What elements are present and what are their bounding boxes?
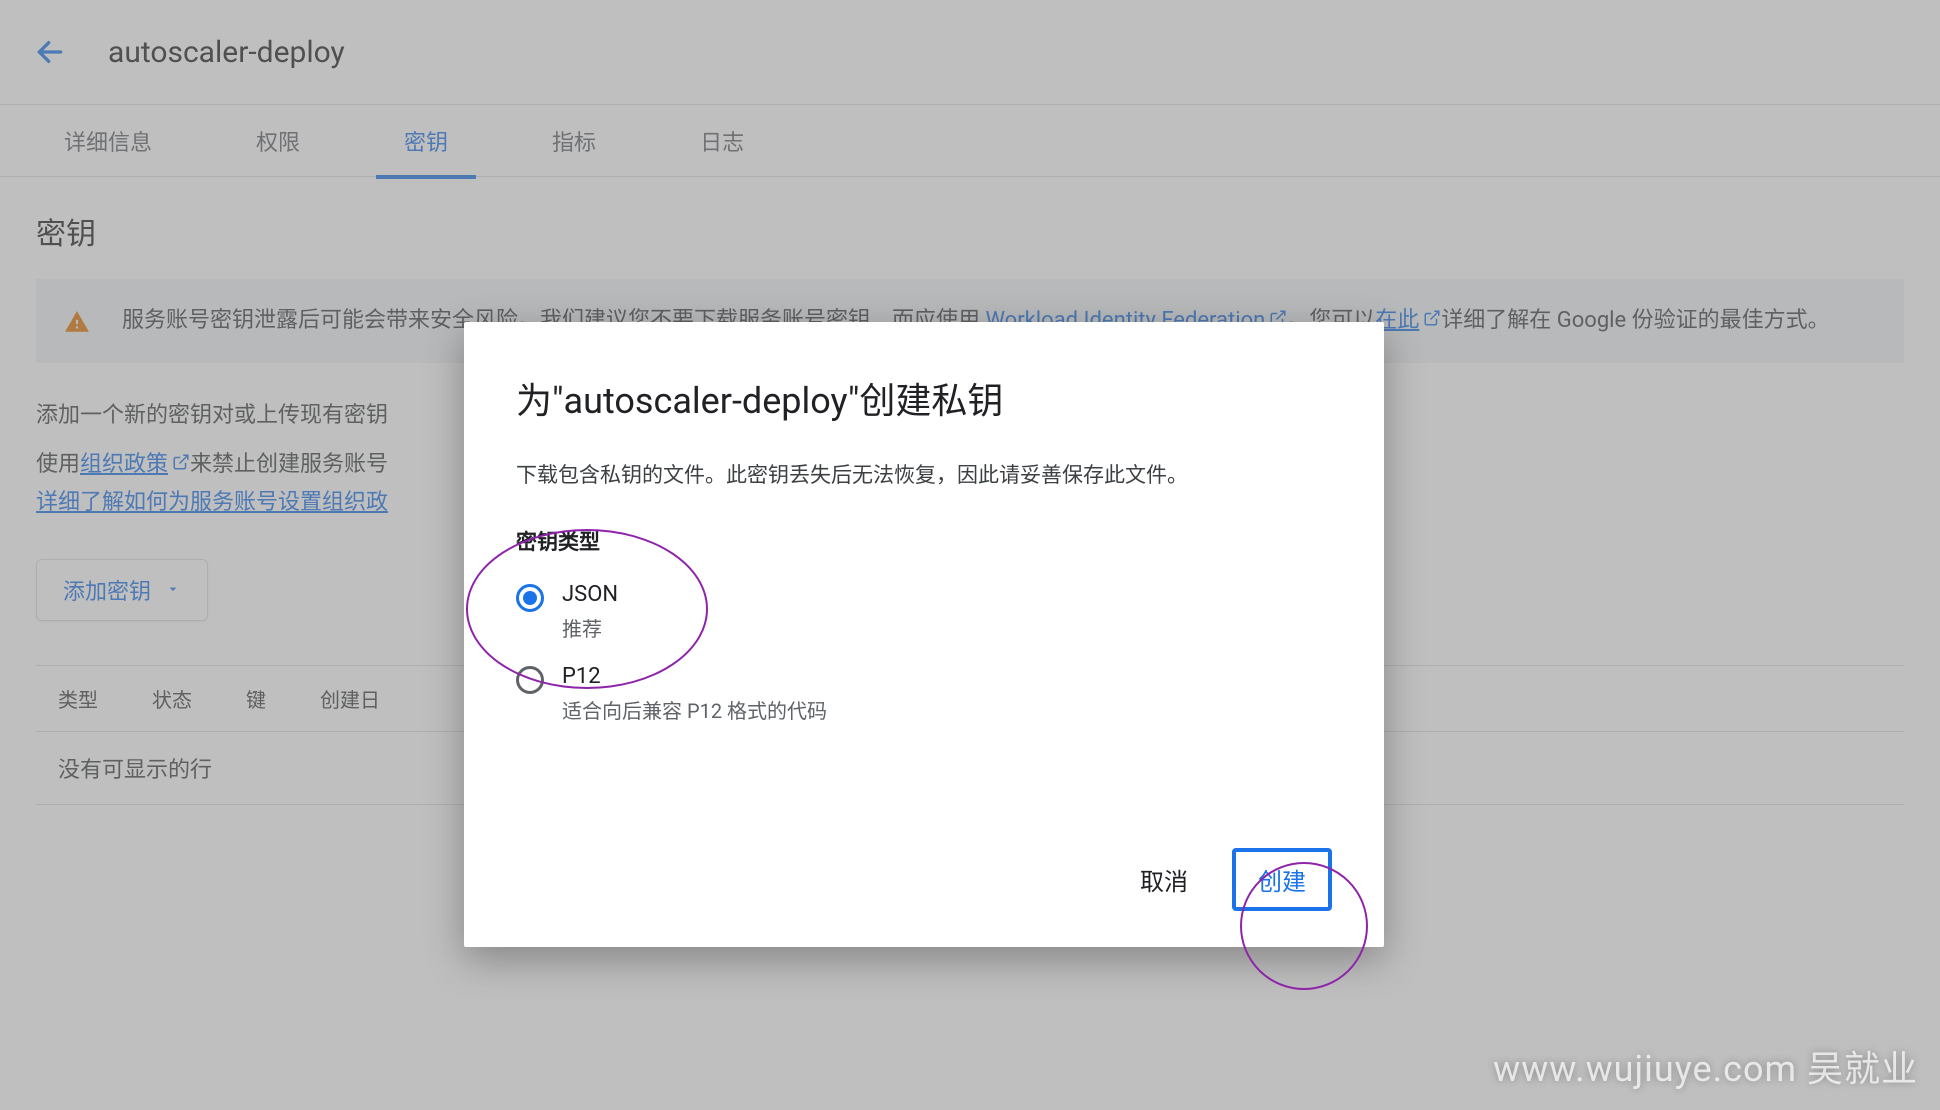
watermark-text: www.wujiuye.com 吴就业 xyxy=(1493,1040,1918,1092)
radio-option-p12[interactable]: P12 适合向后兼容 P12 格式的代码 xyxy=(516,656,1332,738)
radio-label: P12 xyxy=(562,664,827,689)
create-button[interactable]: 创建 xyxy=(1232,848,1332,911)
radio-label: JSON xyxy=(562,582,618,607)
create-key-dialog: 为"autoscaler-deploy"创建私钥 下载包含私钥的文件。此密钥丢失… xyxy=(464,322,1384,947)
radio-sublabel: 适合向后兼容 P12 格式的代码 xyxy=(562,695,827,724)
radio-icon xyxy=(516,584,544,612)
dialog-description: 下载包含私钥的文件。此密钥丢失后无法恢复，因此请妥善保存此文件。 xyxy=(516,460,1332,494)
key-type-label: 密钥类型 xyxy=(516,526,1332,556)
cancel-button[interactable]: 取消 xyxy=(1122,850,1206,909)
radio-sublabel: 推荐 xyxy=(562,613,618,642)
radio-option-json[interactable]: JSON 推荐 xyxy=(516,574,1332,656)
dialog-title: 为"autoscaler-deploy"创建私钥 xyxy=(516,372,1332,424)
radio-icon xyxy=(516,666,544,694)
dialog-actions: 取消 创建 xyxy=(516,848,1332,911)
